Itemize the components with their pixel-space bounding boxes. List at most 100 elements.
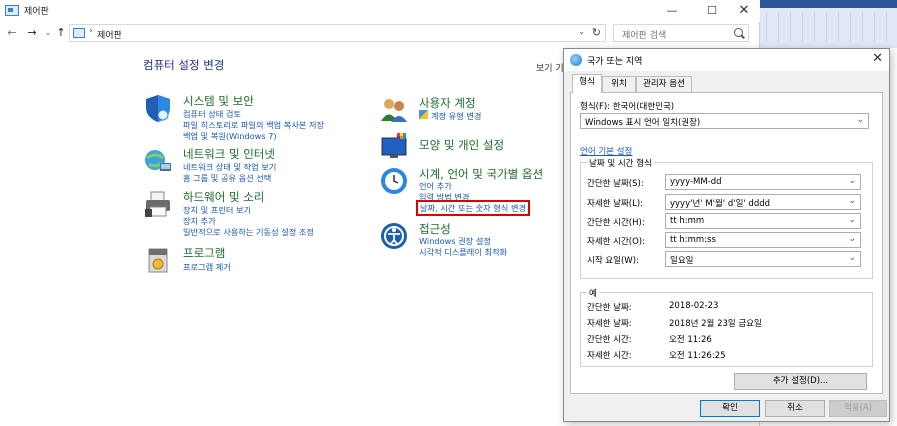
- group-legend: 예: [587, 287, 599, 299]
- tab-formats[interactable]: 형식: [572, 74, 602, 93]
- breadcrumb-separator-icon: ›: [89, 26, 93, 36]
- example-value: 2018-02-23: [669, 301, 719, 311]
- up-arrow-icon[interactable]: ↑: [54, 25, 68, 41]
- short-date-select[interactable]: yyyy-MM-dd ⌄: [665, 174, 861, 190]
- link-homegroup[interactable]: 홈 그룹 및 공유 옵션 선택: [183, 172, 271, 184]
- long-time-label: 자세한 시간(O):: [587, 237, 645, 247]
- category-title[interactable]: 사용자 계정: [419, 95, 476, 111]
- long-time-select[interactable]: tt h:mm:ss ⌄: [665, 232, 861, 248]
- back-arrow-icon[interactable]: ←: [5, 25, 19, 41]
- link-mobility-settings[interactable]: 일반적으로 사용하는 기동성 설정 조정: [183, 226, 314, 238]
- link-change-date-time-number-format[interactable]: 날짜, 시간 또는 숫자 형식 변경: [416, 200, 531, 216]
- group-legend: 날짜 및 시간 형식: [587, 157, 654, 169]
- background-window: [760, 0, 897, 48]
- format-select-value: Windows 표시 언어 일치(권장): [585, 118, 701, 128]
- minimize-button[interactable]: —: [652, 0, 692, 22]
- chevron-down-icon: ⌄: [848, 253, 856, 263]
- category-user-accounts: 사용자 계정 계정 유형 변경: [379, 95, 579, 125]
- chevron-down-icon: ⌄: [848, 196, 856, 206]
- language-preferences-link[interactable]: 언어 기본 설정: [580, 145, 632, 157]
- long-date-label: 자세한 날짜(L):: [587, 199, 644, 209]
- chevron-down-icon: ⌄: [848, 234, 856, 244]
- example-label: 간단한 날짜:: [587, 303, 632, 313]
- dialog-close-button[interactable]: ✕: [872, 51, 883, 66]
- first-day-label: 시작 요일(W):: [587, 256, 639, 266]
- search-icon[interactable]: [734, 28, 743, 37]
- long-time-value: tt h:mm:ss: [670, 235, 716, 245]
- appearance-icon: [381, 133, 407, 158]
- long-date-value: yyyy'년' M'월' d'일' dddd: [670, 199, 771, 209]
- long-date-select[interactable]: yyyy'년' M'월' d'일' dddd ⌄: [665, 194, 861, 210]
- link-backup-restore[interactable]: 백업 및 복원(Windows 7): [183, 130, 277, 142]
- breadcrumb[interactable]: 제어판: [97, 28, 122, 41]
- short-time-value: tt h:mm: [670, 216, 705, 226]
- view-by-label[interactable]: 보기 기: [536, 61, 564, 74]
- tab-administrative[interactable]: 관리자 옵션: [636, 76, 692, 92]
- link-uninstall-program[interactable]: 프로그램 제거: [183, 261, 231, 273]
- close-button[interactable]: ✕: [724, 0, 764, 22]
- example-value: 오전 11:26: [669, 335, 712, 345]
- example-value: 오전 11:26:25: [669, 351, 726, 361]
- category-title[interactable]: 모양 및 개인 설정: [419, 137, 504, 153]
- address-dropdown-icon[interactable]: ⌄: [578, 27, 585, 36]
- recent-locations-icon[interactable]: ⌄: [41, 25, 55, 41]
- category-system-security: 시스템 및 보안 컴퓨터 상태 검토 파일 히스토리로 파일의 백업 복사본 저…: [143, 93, 353, 143]
- category-network: 네트워크 및 인터넷 네트워크 상태 및 작업 보기 홈 그룹 및 공유 옵션 …: [143, 146, 353, 186]
- link-change-account-type[interactable]: 계정 유형 변경: [431, 110, 481, 122]
- chevron-down-icon: ⌄: [856, 115, 864, 125]
- category-programs: 프로그램 프로그램 제거: [143, 245, 353, 279]
- cancel-button[interactable]: 취소: [765, 400, 825, 417]
- dialog-title: 국가 또는 지역: [587, 57, 643, 67]
- category-hardware-sound: 하드웨어 및 소리 장치 및 프린터 보기 장치 추가 일반적으로 사용하는 기…: [143, 189, 353, 239]
- programs-icon: [148, 248, 168, 273]
- shield-icon: [146, 95, 170, 122]
- category-title[interactable]: 시스템 및 보안: [183, 93, 254, 109]
- uac-shield-icon: [419, 110, 428, 119]
- search-input[interactable]: 제어판 검색: [613, 24, 749, 42]
- address-field[interactable]: › 제어판 ⌄ ↻: [69, 24, 606, 42]
- forward-arrow-icon[interactable]: →: [25, 25, 39, 41]
- ok-button[interactable]: 확인: [700, 400, 760, 417]
- address-bar-row: ← → ⌄ ↑ › 제어판 ⌄ ↻ 제어판 검색: [0, 22, 760, 44]
- search-placeholder: 제어판 검색: [622, 31, 667, 41]
- category-title[interactable]: 네트워크 및 인터넷: [183, 146, 275, 162]
- format-label: 형식(F): 한국어(대한민국): [580, 102, 675, 112]
- short-date-label: 간단한 날짜(S):: [587, 179, 644, 189]
- chevron-down-icon: ⌄: [848, 215, 856, 225]
- category-title[interactable]: 하드웨어 및 소리: [183, 189, 264, 205]
- short-date-value: yyyy-MM-dd: [670, 177, 722, 187]
- formats-panel: 형식(F): 한국어(대한민국) Windows 표시 언어 일치(권장) ⌄ …: [570, 92, 883, 394]
- tab-location[interactable]: 위치: [602, 76, 636, 92]
- printer-icon: [145, 191, 170, 217]
- refresh-icon[interactable]: ↻: [592, 26, 601, 39]
- short-time-label: 간단한 시간(H):: [587, 218, 645, 228]
- short-time-select[interactable]: tt h:mm ⌄: [665, 213, 861, 229]
- category-title[interactable]: 프로그램: [183, 245, 225, 261]
- first-day-value: 일요일: [670, 256, 694, 266]
- additional-settings-button[interactable]: 추가 설정(D)...: [734, 373, 867, 390]
- window-title: 제어판: [24, 7, 49, 17]
- category-clock-language-region: 시계, 언어 및 국가별 옵션 언어 추가 입력 방법 변경 날짜, 시간 또는…: [379, 166, 559, 216]
- category-appearance: 모양 및 개인 설정: [379, 131, 579, 161]
- examples-group: 예 간단한 날짜: 2018-02-23 자세한 날짜: 2018년 2월 23…: [580, 287, 873, 367]
- format-select[interactable]: Windows 표시 언어 일치(권장) ⌄: [580, 113, 869, 129]
- example-value: 2018년 2월 23일 금요일: [669, 319, 762, 329]
- background-title-strip: [760, 0, 897, 8]
- datetime-formats-group: 날짜 및 시간 형식 간단한 날짜(S): yyyy-MM-dd ⌄ 자세한 날…: [580, 157, 873, 279]
- first-day-select[interactable]: 일요일 ⌄: [665, 251, 861, 267]
- page-title: 컴퓨터 설정 변경: [143, 58, 225, 72]
- link-optimize-display[interactable]: 시각적 디스플레이 최적화: [419, 246, 507, 258]
- example-label: 자세한 시간:: [587, 351, 632, 361]
- network-icon: [145, 150, 171, 171]
- title-bar: 제어판 — ☐ ✕: [0, 0, 760, 22]
- chevron-down-icon: ⌄: [848, 176, 856, 186]
- example-label: 자세한 날짜:: [587, 319, 632, 329]
- example-label: 간단한 시간:: [587, 335, 632, 345]
- globe-icon: [570, 54, 582, 66]
- category-ease-of-access: 접근성 Windows 권장 설정 시각적 디스플레이 최적화: [379, 221, 559, 261]
- dialog-title-bar: 국가 또는 지역 ✕: [564, 49, 889, 71]
- control-panel-icon: [73, 28, 85, 38]
- users-icon: [381, 99, 407, 122]
- apply-button[interactable]: 적용(A): [829, 400, 887, 417]
- background-content: [766, 12, 891, 42]
